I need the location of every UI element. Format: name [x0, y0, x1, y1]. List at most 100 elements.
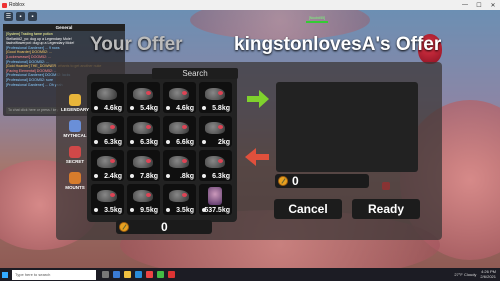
ready-button[interactable]: Ready [352, 199, 420, 219]
weight-icon [166, 140, 170, 144]
arrow-right-icon [247, 90, 269, 108]
inventory-slot[interactable]: 4.6kg [91, 82, 124, 113]
system-tray: 27°F Cloudy 4:26 PM 2/6/2021 [454, 269, 500, 279]
category-secret[interactable]: SECRET [60, 140, 90, 164]
store-icon[interactable] [135, 271, 142, 278]
mole-item-icon [133, 122, 153, 134]
legendary-icon [69, 94, 81, 106]
their-coin-value: 0 [292, 174, 299, 188]
mole-item-icon [133, 88, 153, 100]
their-coin-offer: 0 [275, 174, 369, 188]
item-weight: 9.5kg [140, 207, 158, 214]
clock-date: 2/6/2021 [480, 273, 496, 279]
inventory-slot[interactable]: 7.8kg [127, 150, 160, 181]
inventory-slot[interactable]: .8kg [163, 150, 196, 181]
inventory-slot[interactable]: 6.3kg [199, 150, 232, 181]
item-weight: 2kg [217, 139, 230, 146]
item-weight: 6.3kg [140, 139, 158, 146]
inventory-slot[interactable]: 5.4kg [127, 82, 160, 113]
taskbar-apps [102, 271, 175, 278]
app-icon[interactable] [157, 271, 164, 278]
trader-avatar-icon [382, 182, 390, 190]
chat-tab-general[interactable]: General [3, 24, 125, 31]
category-mythical[interactable]: MYTHICAL [60, 114, 90, 138]
backpack-icon[interactable]: ▪ [28, 12, 37, 21]
windows-taskbar: Type here to search 27°F Cloudy 4:26 PM … [0, 268, 500, 281]
inventory-slot[interactable]: 4.6kg [163, 82, 196, 113]
edge-icon[interactable] [113, 271, 120, 278]
arrow-left-icon [245, 148, 269, 166]
category-label: MYTHICAL [63, 133, 87, 138]
inventory-slot[interactable]: 2kg [199, 116, 232, 147]
inventory-slot[interactable]: 5.8kg [199, 82, 232, 113]
inventory-slot[interactable]: 537.5kg [199, 184, 232, 215]
mole-item-icon [133, 190, 153, 202]
their-offer-title: kingstonlovesA's Offer [234, 34, 442, 55]
category-label: MOUNTS [65, 185, 85, 190]
item-weight: 6.3kg [212, 173, 230, 180]
inventory-slot[interactable]: 3.5kg [91, 184, 124, 215]
inventory-slot[interactable]: 3.5kg [163, 184, 196, 215]
item-weight: .8kg [179, 173, 194, 180]
maximize-button[interactable]: ☐ [472, 0, 486, 10]
chrome-icon[interactable] [146, 271, 153, 278]
file-explorer-icon[interactable] [124, 271, 131, 278]
task-view-icon[interactable] [102, 271, 109, 278]
coin-icon [278, 176, 288, 186]
mole-item-icon [169, 88, 189, 100]
your-coin-value: 0 [161, 220, 168, 234]
mole-item-icon [205, 88, 225, 100]
weight-icon [202, 174, 206, 178]
your-offer-title: Your Offer [90, 34, 183, 55]
weight-icon [130, 174, 134, 178]
inventory-slot[interactable]: 9.5kg [127, 184, 160, 215]
mole-item-icon [169, 156, 189, 168]
cancel-button[interactable]: Cancel [274, 199, 342, 219]
mole-item-icon [169, 122, 189, 134]
inventory-slot[interactable]: 6.3kg [91, 116, 124, 147]
item-weight: 5.8kg [212, 105, 230, 112]
weight-icon [130, 208, 134, 212]
your-coin-offer[interactable]: 0 [116, 220, 212, 234]
roblox-menu-icon[interactable]: ☰ [4, 12, 13, 21]
item-weight: 6.3kg [104, 139, 122, 146]
pet-item-icon [208, 187, 222, 205]
secret-icon [69, 146, 81, 158]
category-mounts[interactable]: MOUNTS [60, 166, 90, 190]
weather-text[interactable]: 27°F Cloudy [454, 272, 476, 277]
windows-logo-icon [2, 271, 8, 278]
category-legendary[interactable]: LEGENDARY [60, 88, 90, 112]
start-button[interactable] [0, 268, 10, 281]
mythical-icon [69, 120, 81, 132]
inventory-slot[interactable]: 2.4kg [91, 150, 124, 181]
mole-item-icon [169, 190, 189, 202]
weight-icon [166, 106, 170, 110]
category-label: SECRET [65, 159, 85, 164]
minimize-button[interactable]: — [458, 0, 472, 10]
mole-item-icon [97, 190, 117, 202]
taskbar-search[interactable]: Type here to search [12, 269, 96, 280]
item-weight: 7.8kg [140, 173, 158, 180]
chat-toggle-icon[interactable]: ▪ [16, 12, 25, 21]
roblox-logo-icon [2, 2, 7, 8]
inventory-slot[interactable]: 6.3kg [127, 116, 160, 147]
weight-icon [94, 208, 98, 212]
mole-item-icon [205, 156, 225, 168]
roblox-topbar: ☰ ▪ ▪ [4, 12, 37, 21]
mole-item-icon [97, 88, 117, 100]
weight-icon [94, 174, 98, 178]
their-offer-panel [276, 82, 418, 172]
close-button[interactable]: ✕ [486, 0, 500, 10]
weight-icon [130, 106, 134, 110]
category-list: LEGENDARY MYTHICAL SECRET MOUNTS [60, 88, 90, 190]
inventory-slot[interactable]: 6.6kg [163, 116, 196, 147]
coin-icon [119, 222, 129, 232]
item-weight: 2.4kg [104, 173, 122, 180]
window-titlebar: Roblox — ☐ ✕ [0, 0, 500, 10]
player-health-bar [306, 21, 328, 23]
mole-item-icon [205, 122, 225, 134]
clock[interactable]: 4:26 PM 2/6/2021 [480, 269, 496, 279]
search-input[interactable]: Search [152, 68, 238, 79]
window-title: Roblox [9, 2, 25, 8]
roblox-taskbar-icon[interactable] [168, 271, 175, 278]
